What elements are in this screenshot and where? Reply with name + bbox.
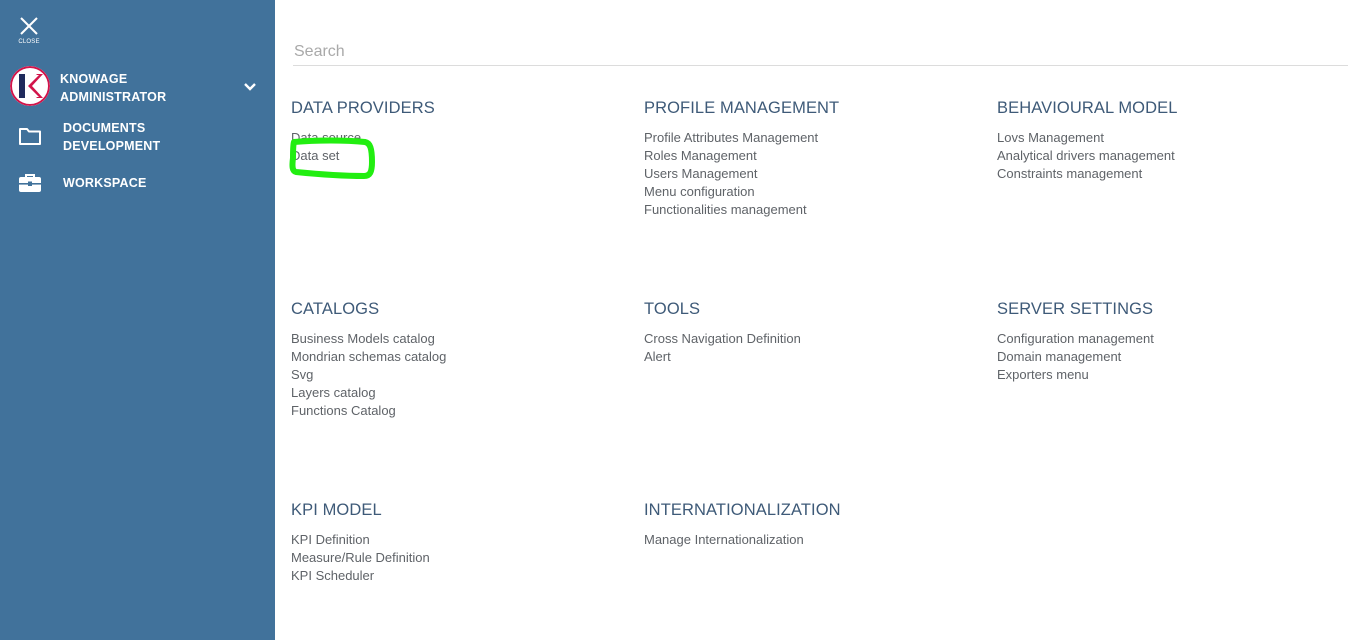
section-internationalization: INTERNATIONALIZATION Manage Internationa… [644, 500, 984, 549]
close-label: CLOSE [18, 39, 40, 45]
menu-item-svg[interactable]: Svg [291, 366, 631, 384]
menu-item-kpi-scheduler[interactable]: KPI Scheduler [291, 567, 631, 585]
menu-item-layers[interactable]: Layers catalog [291, 384, 631, 402]
folder-icon [18, 127, 42, 151]
section-title: KPI MODEL [291, 501, 382, 519]
close-button[interactable]: CLOSE [14, 15, 44, 49]
menu-item-functions[interactable]: Functions Catalog [291, 402, 631, 420]
menu-item-menu-configuration[interactable]: Menu configuration [644, 183, 984, 201]
sidebar-item-documents-development[interactable]: DOCUMENTS DEVELOPMENT [0, 119, 275, 159]
section-title: TOOLS [644, 300, 701, 318]
section-title: CATALOGS [291, 300, 380, 318]
sidebar-item-label: WORKSPACE [63, 176, 147, 190]
user-menu[interactable]: KNOWAGE ADMINISTRATOR [10, 66, 265, 106]
menu-item-users[interactable]: Users Management [644, 165, 984, 183]
section-title: BEHAVIOURAL MODEL [997, 99, 1178, 117]
menu-item-configuration[interactable]: Configuration management [997, 330, 1337, 348]
section-catalogs: CATALOGS Business Models catalog Mondria… [291, 299, 631, 420]
menu-item-functionalities[interactable]: Functionalities management [644, 201, 984, 219]
menu-item-analytical-drivers[interactable]: Analytical drivers management [997, 147, 1337, 165]
knowage-logo-icon [10, 66, 50, 106]
briefcase-icon [18, 173, 42, 198]
user-name: KNOWAGE ADMINISTRATOR [60, 72, 167, 104]
chevron-down-icon[interactable] [243, 79, 257, 97]
section-title: PROFILE MANAGEMENT [644, 99, 840, 117]
section-title: SERVER SETTINGS [997, 300, 1154, 318]
menu-item-lovs[interactable]: Lovs Management [997, 129, 1337, 147]
sidebar: CLOSE KNOWAGE ADMINISTRATOR DOCUMENTS DE… [0, 0, 275, 640]
menu-item-kpi-definition[interactable]: KPI Definition [291, 531, 631, 549]
menu-item-domain[interactable]: Domain management [997, 348, 1337, 366]
menu-item-data-set[interactable]: Data set [291, 147, 631, 165]
section-profile-management: PROFILE MANAGEMENT Profile Attributes Ma… [644, 98, 984, 219]
menu-item-business-models[interactable]: Business Models catalog [291, 330, 631, 348]
sidebar-item-workspace[interactable]: WORKSPACE [0, 172, 275, 196]
search-input[interactable] [293, 38, 1348, 66]
section-behavioural-model: BEHAVIOURAL MODEL Lovs Management Analyt… [997, 98, 1337, 183]
close-icon [14, 15, 44, 37]
sidebar-item-label: DOCUMENTS DEVELOPMENT [63, 121, 161, 153]
menu-item-exporters[interactable]: Exporters menu [997, 366, 1337, 384]
menu-item-profile-attributes[interactable]: Profile Attributes Management [644, 129, 984, 147]
section-data-providers: DATA PROVIDERS Data source Data set [289, 98, 631, 179]
avatar [10, 66, 50, 106]
menu-item-roles[interactable]: Roles Management [644, 147, 984, 165]
main-content: DATA PROVIDERS Data source Data set PROF… [275, 0, 1366, 640]
section-title: INTERNATIONALIZATION [644, 501, 841, 519]
section-kpi-model: KPI MODEL KPI Definition Measure/Rule De… [291, 500, 631, 585]
menu-item-constraints[interactable]: Constraints management [997, 165, 1337, 183]
section-title: DATA PROVIDERS [291, 99, 435, 117]
menu-item-data-source[interactable]: Data source [291, 129, 631, 147]
menu-item-cross-navigation[interactable]: Cross Navigation Definition [644, 330, 984, 348]
section-server-settings: SERVER SETTINGS Configuration management… [997, 299, 1337, 384]
menu-item-measure-rule[interactable]: Measure/Rule Definition [291, 549, 631, 567]
menu-item-alert[interactable]: Alert [644, 348, 984, 366]
section-tools: TOOLS Cross Navigation Definition Alert [644, 299, 984, 366]
menu-item-manage-internationalization[interactable]: Manage Internationalization [644, 531, 984, 549]
menu-item-mondrian-schemas[interactable]: Mondrian schemas catalog [291, 348, 631, 366]
